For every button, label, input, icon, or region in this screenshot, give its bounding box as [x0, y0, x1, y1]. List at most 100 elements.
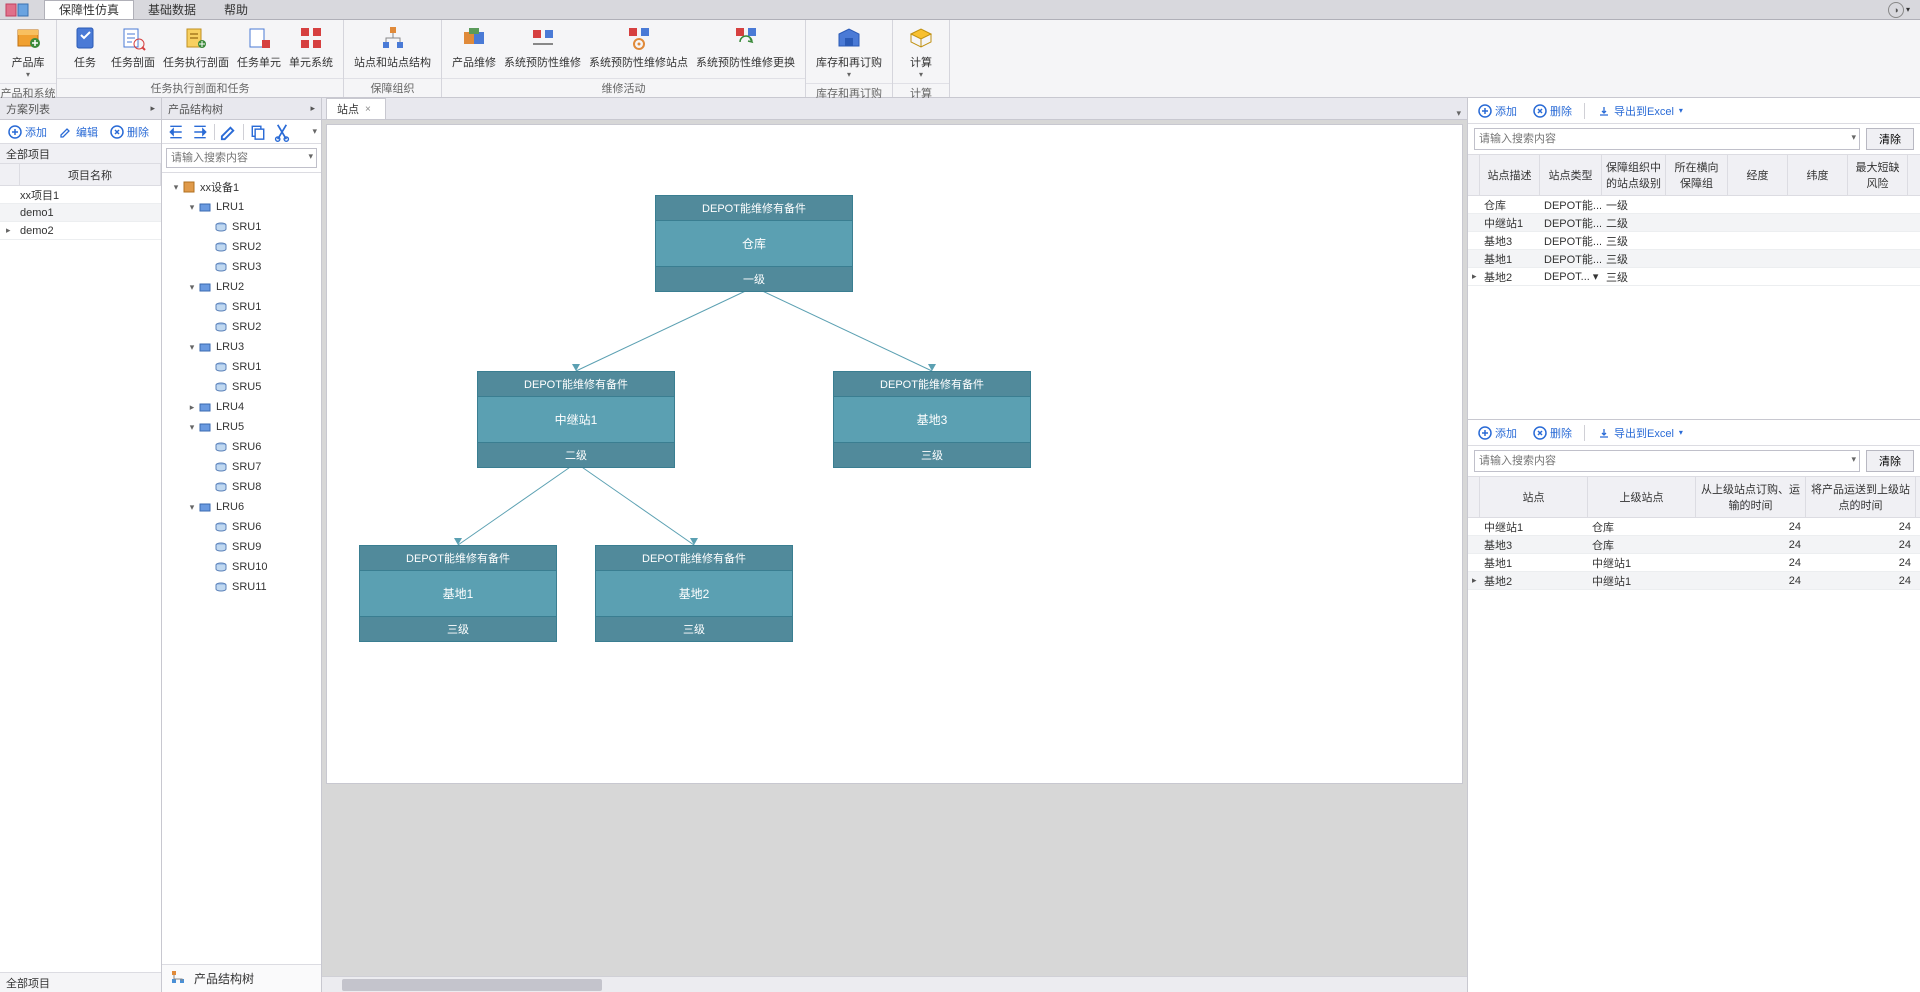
scrollbar-thumb[interactable] [342, 979, 602, 991]
project-name-header[interactable]: 项目名称 [20, 164, 161, 185]
tree-node[interactable]: ▾LRU6 [164, 497, 319, 517]
column-header[interactable]: 最大短缺风险 [1848, 155, 1908, 195]
horizontal-scrollbar[interactable] [322, 976, 1467, 992]
tabs-dropdown-icon[interactable]: ▾ [1456, 108, 1461, 119]
export-button[interactable]: 导出到Excel ▾ [1593, 423, 1687, 443]
tab-sites[interactable]: 站点 × [326, 98, 386, 119]
diagram-canvas[interactable]: DEPOT能维修有备件仓库一级 DEPOT能维修有备件中继站1二级 DEPOT能维修… [326, 124, 1463, 784]
column-header[interactable]: 所在横向保障组 [1666, 155, 1728, 195]
menu-tab-1[interactable]: 基础数据 [134, 1, 210, 19]
tree-bottom-tab[interactable]: 产品结构树 [162, 964, 321, 992]
ribbon-item-sys-prev[interactable]: 系统预防性维修 [500, 22, 585, 72]
tree-toggle-icon[interactable]: ▾ [186, 502, 198, 513]
collapse-icon[interactable]: ▸ [310, 103, 315, 114]
diagram-node[interactable]: DEPOT能维修有备件仓库一级 [655, 195, 853, 292]
tree-node[interactable]: SRU3 [164, 257, 319, 277]
menu-tab-0[interactable]: 保障性仿真 [44, 0, 134, 19]
diagram-node[interactable]: DEPOT能维修有备件基地1三级 [359, 545, 557, 642]
tree-node[interactable]: ▾LRU5 [164, 417, 319, 437]
tree-node[interactable]: ▸LRU4 [164, 397, 319, 417]
ribbon-item-task-exec[interactable]: 任务执行剖面 [159, 22, 233, 72]
tree-node[interactable]: SRU1 [164, 357, 319, 377]
tree-node[interactable]: SRU2 [164, 317, 319, 337]
project-row[interactable]: demo1 [0, 204, 161, 222]
table-row[interactable]: 基地3DEPOT能...三级 [1468, 232, 1920, 250]
delete-button[interactable]: 删除 [1529, 101, 1576, 121]
dropdown-icon[interactable]: ▾ [1851, 132, 1856, 143]
tree-node[interactable]: ▾LRU2 [164, 277, 319, 297]
table-row[interactable]: 基地3仓库2424 [1468, 536, 1920, 554]
export-button[interactable]: 导出到Excel ▾ [1593, 101, 1687, 121]
ribbon-item-task[interactable]: 任务 [63, 22, 107, 72]
sites-search-input[interactable] [1474, 128, 1860, 150]
tree-node[interactable]: SRU9 [164, 537, 319, 557]
ribbon-item-task-profile[interactable]: 任务剖面 [107, 22, 159, 72]
table-row[interactable]: ▸基地2DEPOT... ▾三级 [1468, 268, 1920, 286]
diagram-node[interactable]: DEPOT能维修有备件基地3三级 [833, 371, 1031, 468]
help-dropdown-icon[interactable]: ▾ [1906, 5, 1910, 14]
ribbon-item-product-lib[interactable]: 产品库▾ [6, 22, 50, 81]
collapse-icon[interactable]: ▸ [150, 103, 155, 114]
table-row[interactable]: 基地1DEPOT能...三级 [1468, 250, 1920, 268]
tree-toggle-icon[interactable]: ▸ [186, 402, 198, 413]
copy-icon[interactable] [248, 122, 268, 142]
menu-tab-2[interactable]: 帮助 [210, 1, 262, 19]
table-row[interactable]: 基地1中继站12424 [1468, 554, 1920, 572]
column-header[interactable]: 经度 [1728, 155, 1788, 195]
cut-icon[interactable] [272, 122, 292, 142]
column-header[interactable]: 保障组织中的站点级别 [1602, 155, 1666, 195]
ribbon-item-unit-sys[interactable]: 单元系统 [285, 22, 337, 72]
add-button[interactable]: 添加 [4, 122, 51, 142]
table-row[interactable]: 仓库DEPOT能...一级 [1468, 196, 1920, 214]
tree-toggle-icon[interactable]: ▾ [186, 202, 198, 213]
delete-button[interactable]: 删除 [106, 122, 153, 142]
tree-node[interactable]: ▾LRU3 [164, 337, 319, 357]
tree-node[interactable]: SRU1 [164, 297, 319, 317]
tree-toggle-icon[interactable]: ▾ [186, 342, 198, 353]
tree-node[interactable]: ▾xx设备1 [164, 177, 319, 197]
toolbar-dropdown-icon[interactable]: ▾ [312, 126, 317, 137]
column-header[interactable]: 站点 [1480, 477, 1588, 517]
dropdown-icon[interactable]: ▾ [308, 151, 313, 162]
ribbon-item-site-struct[interactable]: 站点和站点结构 [350, 22, 435, 72]
delete-button[interactable]: 删除 [1529, 423, 1576, 443]
tree-node[interactable]: ▾LRU1 [164, 197, 319, 217]
project-row[interactable]: ▸demo2 [0, 222, 161, 240]
ribbon-item-inventory[interactable]: 库存和再订购▾ [812, 22, 886, 81]
dropdown-icon[interactable]: ▾ [1851, 454, 1856, 465]
tree-node[interactable]: SRU6 [164, 517, 319, 537]
tree-node[interactable]: SRU11 [164, 577, 319, 597]
clear-button[interactable]: 清除 [1866, 450, 1914, 472]
ribbon-item-task-unit[interactable]: 任务单元 [233, 22, 285, 72]
column-header[interactable]: 将产品运送到上级站点的时间 [1806, 477, 1916, 517]
tree-node[interactable]: SRU6 [164, 437, 319, 457]
indent-left-icon[interactable] [166, 122, 186, 142]
table-row[interactable]: 中继站1DEPOT能...二级 [1468, 214, 1920, 232]
table-row[interactable]: ▸基地2中继站12424 [1468, 572, 1920, 590]
close-icon[interactable]: × [365, 104, 371, 115]
help-circle-icon[interactable]: ◑ [1888, 2, 1904, 18]
ribbon-item-sys-prev-repl[interactable]: 系统预防性维修更换 [692, 22, 799, 72]
add-button[interactable]: 添加 [1474, 423, 1521, 443]
canvas-scroll[interactable]: DEPOT能维修有备件仓库一级 DEPOT能维修有备件中继站1二级 DEPOT能维修… [322, 120, 1467, 976]
tree-node[interactable]: SRU10 [164, 557, 319, 577]
diagram-node[interactable]: DEPOT能维修有备件基地2三级 [595, 545, 793, 642]
tree-node[interactable]: SRU7 [164, 457, 319, 477]
tree-node[interactable]: SRU5 [164, 377, 319, 397]
tree-node[interactable]: SRU8 [164, 477, 319, 497]
indent-right-icon[interactable] [190, 122, 210, 142]
tree-toggle-icon[interactable]: ▾ [186, 282, 198, 293]
tree-toggle-icon[interactable]: ▾ [170, 182, 182, 193]
column-header[interactable]: 站点描述 [1480, 155, 1540, 195]
clear-button[interactable]: 清除 [1866, 128, 1914, 150]
ribbon-item-prod-maint[interactable]: 产品维修 [448, 22, 500, 72]
project-row[interactable]: xx项目1 [0, 186, 161, 204]
column-header[interactable]: 上级站点 [1588, 477, 1696, 517]
tree-search-input[interactable] [166, 148, 317, 168]
relations-search-input[interactable] [1474, 450, 1860, 472]
column-header[interactable]: 纬度 [1788, 155, 1848, 195]
diagram-node[interactable]: DEPOT能维修有备件中继站1二级 [477, 371, 675, 468]
tree-toggle-icon[interactable]: ▾ [186, 422, 198, 433]
tree-node[interactable]: SRU1 [164, 217, 319, 237]
pencil-icon[interactable] [219, 122, 239, 142]
